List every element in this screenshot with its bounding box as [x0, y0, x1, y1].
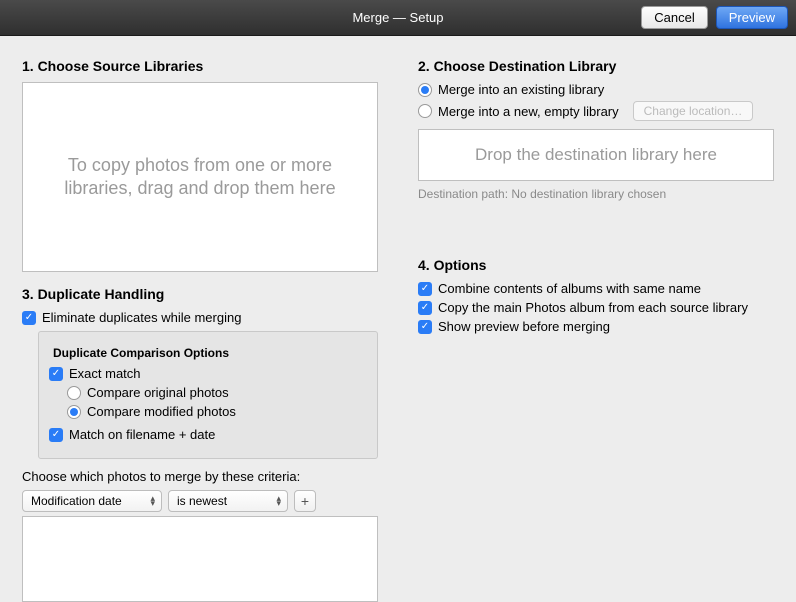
merge-existing-radio[interactable]	[418, 83, 432, 97]
section2-title: 2. Choose Destination Library	[418, 58, 774, 74]
check-icon: ✓	[52, 430, 60, 440]
criteria-field-value: Modification date	[31, 494, 122, 508]
left-column: 1. Choose Source Libraries To copy photo…	[22, 52, 378, 574]
opt-copy-row[interactable]: ✓ Copy the main Photos album from each s…	[418, 300, 774, 315]
opt-copy-checkbox[interactable]: ✓	[418, 301, 432, 315]
merge-existing-label: Merge into an existing library	[438, 82, 604, 97]
destination-dropzone[interactable]: Drop the destination library here	[418, 129, 774, 181]
merge-existing-row[interactable]: Merge into an existing library	[418, 82, 774, 97]
check-icon: ✓	[25, 313, 33, 323]
titlebar-buttons: Cancel Preview	[641, 6, 788, 29]
plus-icon: +	[301, 493, 309, 509]
add-rule-button[interactable]: +	[294, 490, 316, 512]
section3-title: 3. Duplicate Handling	[22, 286, 378, 302]
compare-modified-radio[interactable]	[67, 405, 81, 419]
preview-button[interactable]: Preview	[716, 6, 788, 29]
criteria-field-select[interactable]: Modification date ▴▾	[22, 490, 162, 512]
match-filename-checkbox[interactable]: ✓	[49, 428, 63, 442]
check-icon: ✓	[421, 322, 429, 332]
compare-modified-row[interactable]: Compare modified photos	[67, 404, 367, 419]
merge-new-label: Merge into a new, empty library	[438, 104, 619, 119]
merge-new-row[interactable]: Merge into a new, empty library Change l…	[418, 101, 774, 121]
destination-path: Destination path: No destination library…	[418, 187, 774, 201]
chevron-updown-icon: ▴▾	[276, 496, 281, 507]
section1-title: 1. Choose Source Libraries	[22, 58, 378, 74]
comparison-options-panel: Duplicate Comparison Options ✓ Exact mat…	[38, 331, 378, 459]
opt-preview-label: Show preview before merging	[438, 319, 610, 334]
titlebar: Merge — Setup Cancel Preview	[0, 0, 796, 36]
eliminate-duplicates-checkbox[interactable]: ✓	[22, 311, 36, 325]
eliminate-duplicates-row[interactable]: ✓ Eliminate duplicates while merging	[22, 310, 378, 325]
rules-list[interactable]	[22, 516, 378, 602]
opt-combine-label: Combine contents of albums with same nam…	[438, 281, 701, 296]
criteria-label: Choose which photos to merge by these cr…	[22, 469, 378, 484]
criteria-op-value: is newest	[177, 494, 227, 508]
comparison-options-title: Duplicate Comparison Options	[53, 346, 367, 360]
compare-original-row[interactable]: Compare original photos	[67, 385, 367, 400]
check-icon: ✓	[421, 303, 429, 313]
source-dropzone[interactable]: To copy photos from one or more librarie…	[22, 82, 378, 272]
destination-dropzone-text: Drop the destination library here	[475, 145, 717, 165]
criteria-rule-row: Modification date ▴▾ is newest ▴▾ +	[22, 490, 378, 512]
opt-combine-row[interactable]: ✓ Combine contents of albums with same n…	[418, 281, 774, 296]
exact-match-label: Exact match	[69, 366, 141, 381]
opt-preview-row[interactable]: ✓ Show preview before merging	[418, 319, 774, 334]
exact-match-checkbox[interactable]: ✓	[49, 367, 63, 381]
source-dropzone-text: To copy photos from one or more librarie…	[51, 154, 349, 201]
criteria-op-select[interactable]: is newest ▴▾	[168, 490, 288, 512]
content: 1. Choose Source Libraries To copy photo…	[0, 36, 796, 592]
opt-preview-checkbox[interactable]: ✓	[418, 320, 432, 334]
section4-title: 4. Options	[418, 257, 774, 273]
opt-combine-checkbox[interactable]: ✓	[418, 282, 432, 296]
eliminate-duplicates-label: Eliminate duplicates while merging	[42, 310, 241, 325]
check-icon: ✓	[421, 284, 429, 294]
right-column: 2. Choose Destination Library Merge into…	[418, 52, 774, 574]
compare-original-radio[interactable]	[67, 386, 81, 400]
match-filename-row[interactable]: ✓ Match on filename + date	[49, 427, 367, 442]
check-icon: ✓	[52, 369, 60, 379]
opt-copy-label: Copy the main Photos album from each sou…	[438, 300, 748, 315]
exact-match-row[interactable]: ✓ Exact match	[49, 366, 367, 381]
match-filename-label: Match on filename + date	[69, 427, 215, 442]
cancel-button[interactable]: Cancel	[641, 6, 707, 29]
chevron-updown-icon: ▴▾	[150, 496, 155, 507]
merge-new-radio[interactable]	[418, 104, 432, 118]
change-location-button[interactable]: Change location…	[633, 101, 754, 121]
compare-original-label: Compare original photos	[87, 385, 229, 400]
compare-modified-label: Compare modified photos	[87, 404, 236, 419]
